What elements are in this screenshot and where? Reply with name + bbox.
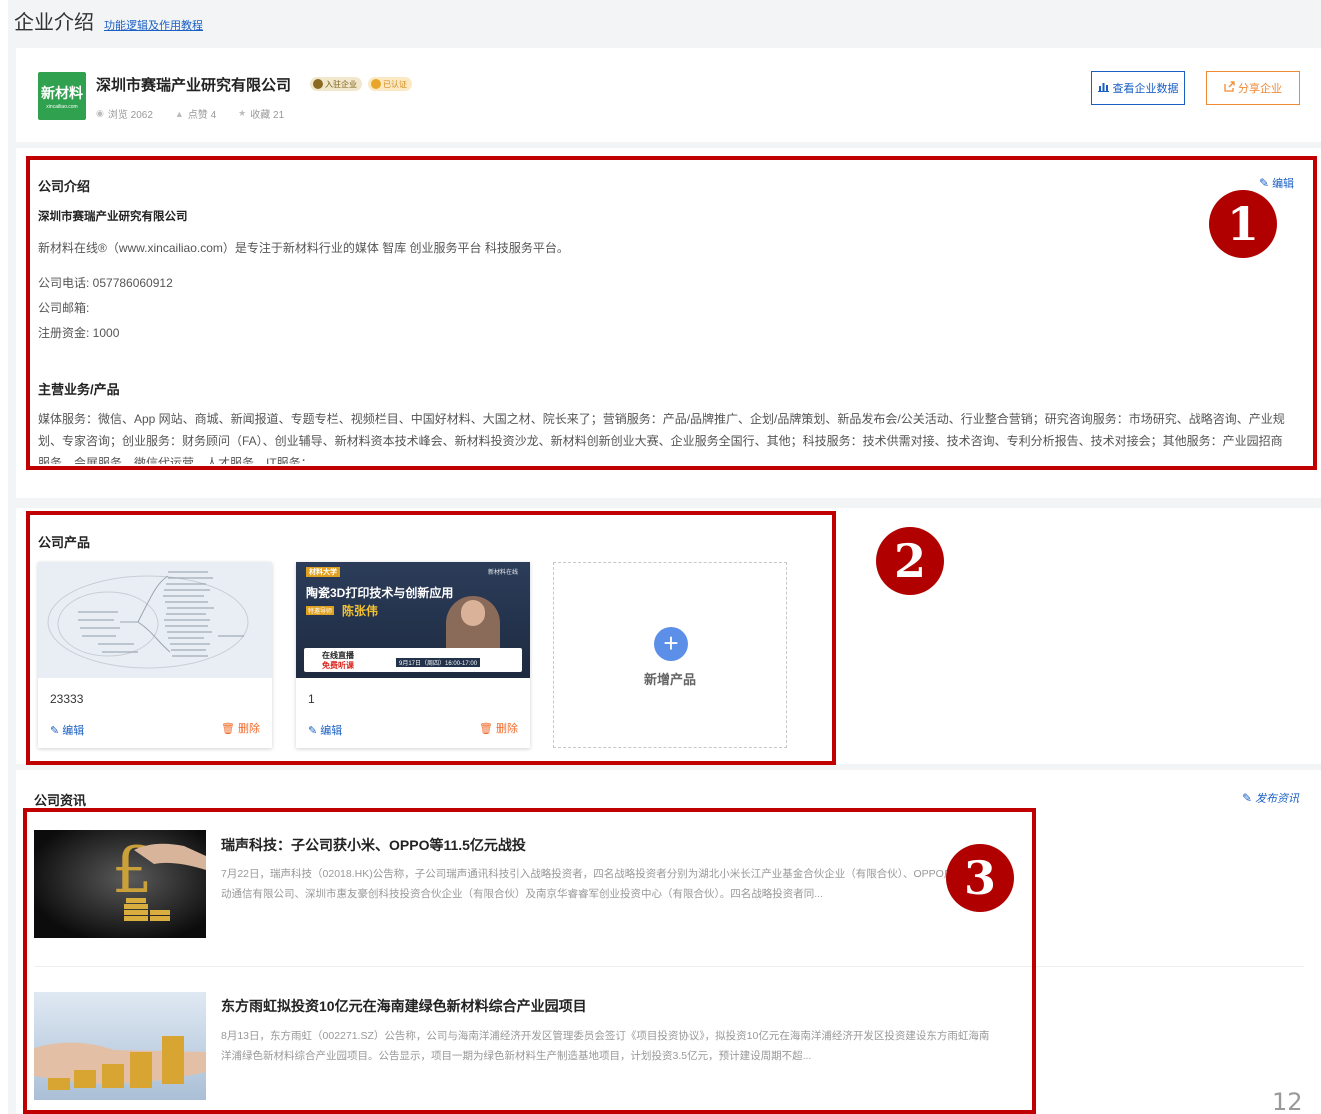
news-title[interactable]: 瑞声科技：子公司获小米、OPPO等11.5亿元战投 [221,835,526,855]
verified-badge-label: 已认证 [383,79,407,89]
news-divider [34,966,1304,967]
add-product-label: 新增产品 [643,672,696,687]
plus-icon: + [654,627,688,661]
medal-icon [313,79,323,89]
product-name: 23333 [50,692,84,706]
poster-speaker-tag: 特邀导师 [306,606,335,615]
likes-stat: ▲ 点赞 4 [174,106,217,122]
intro-description: 新材料在线®（www.xincailiao.com）是专注于新材料行业的媒体 智… [38,241,569,255]
thumb-up-icon: ▲ [174,108,184,119]
intro-phone: 公司电话: 057786060912 [38,276,173,290]
svg-text:£: £ [112,834,153,908]
tutorial-link[interactable]: 功能逻辑及作用教程 [104,17,203,33]
news-thumbnail: £ [34,830,206,938]
eye-icon: ◉ [96,108,104,118]
product-card[interactable]: 材料大学 新材料在线 陶瓷3D打印技术与创新应用 特邀导师 陈张伟 在线直播 免… [296,562,530,748]
star-icon: ★ [238,108,247,118]
company-intro-section: 公司介绍 ✎ 编辑 深圳市赛瑞产业研究有限公司 新材料在线®（www.xinca… [16,148,1321,498]
pen-icon: ✎ [1242,791,1253,805]
pen-icon: ✎ [1259,176,1270,190]
enterprise-badge-label: 入驻企业 [325,79,357,89]
product-edit-button[interactable]: ✎ 编辑 [50,722,84,738]
product-delete-label: 删除 [496,723,518,735]
pen-icon: ✎ [308,724,318,737]
enterprise-badge: 入驻企业 [310,77,362,91]
verified-icon [371,79,381,89]
view-company-data-button[interactable]: 查看企业数据 [1091,71,1185,105]
news-item[interactable]: 东方雨虹拟投资10亿元在海南建绿色新材料综合产业园项目 8月13日，东方雨虹（0… [34,992,1304,1104]
trash-icon: 🗑 [479,722,493,735]
poster-brand: 新材料在线 [487,570,518,576]
company-header-card: 新材料 xincailiao.com 深圳市赛瑞产业研究有限公司 入驻企业 已认… [16,48,1321,142]
logo-subtext: xincailiao.com [46,103,78,110]
poster-headline: 陶瓷3D打印技术与创新应用 [306,586,454,600]
business-description: 媒体服务：微信、App 网站、商城、新闻报道、专题专栏、视频栏目、中国好材料、大… [38,412,1285,464]
share-label: 分享企业 [1238,83,1282,95]
products-section-title: 公司产品 [38,535,91,550]
bar-chart-icon [1097,81,1109,95]
publish-news-button[interactable]: ✎ 发布资讯 [1242,790,1299,806]
company-products-section: 公司产品 23333 ✎ 编辑 🗑 删除 材料大学 新材料在线 陶瓷3D打印技术… [16,508,1321,764]
title-row: 企业介绍 功能逻辑及作用教程 [14,6,203,35]
view-data-label: 查看企业数据 [1112,83,1179,95]
intro-edit-label: 编辑 [1272,178,1295,190]
news-section-title: 公司资讯 [34,793,87,808]
news-item[interactable]: £ 瑞声科技：子公司获小米、OPPO等11.5亿元战投 7月22日，瑞声科技（0… [34,830,1304,950]
speaker-face [461,600,485,626]
annotation-badge-2: 2 [876,527,944,595]
views-count: 浏览 2062 [107,110,153,121]
annotation-badge-3: 3 [946,844,1014,912]
share-icon [1224,81,1235,95]
add-product-button[interactable]: + 新增产品 [553,562,787,748]
pen-icon: ✎ [50,724,60,737]
news-thumbnail [34,992,206,1100]
poster-speaker: 陈张伟 [342,604,379,618]
intro-section-title: 公司介绍 [38,179,91,194]
poster-time: 9月17日（周四）16:00-17:00 [396,658,481,667]
intro-edit-button[interactable]: ✎ 编辑 [1259,175,1294,191]
page-number: 12 [1272,1088,1303,1114]
company-stats: ◉ 浏览 2062 ▲ 点赞 4 ★ 收藏 21 [96,106,284,121]
publish-news-label: 发布资讯 [1255,793,1300,805]
logo-text: 新材料 [41,84,83,101]
verified-badge: 已认证 [368,77,412,91]
company-news-section: 公司资讯 ✎ 发布资讯 £ 瑞声科技：子公司获小米、OPPO等11.5亿元战投 … [16,770,1321,1114]
intro-email: 公司邮箱: [38,301,90,315]
intro-company-name: 深圳市赛瑞产业研究有限公司 [38,211,188,223]
product-delete-button[interactable]: 🗑 删除 [479,720,518,736]
product-delete-button[interactable]: 🗑 删除 [221,720,260,736]
likes-count: 点赞 4 [187,110,217,121]
product-card[interactable]: 23333 ✎ 编辑 🗑 删除 [38,562,272,748]
product-delete-label: 删除 [238,723,260,735]
trash-icon: 🗑 [221,722,235,735]
favorites-stat: ★ 收藏 21 [238,106,284,121]
company-logo: 新材料 xincailiao.com [38,72,86,120]
favorites-count: 收藏 21 [250,110,285,121]
poster-free: 免费听课 [322,661,354,670]
news-summary: 8月13日，东方雨虹（002271.SZ）公告称，公司与海南洋浦经济开发区管理委… [221,1030,990,1062]
poster-tag: 材料大学 [306,567,340,577]
intro-capital: 注册资金: 1000 [38,326,120,340]
product-image [38,562,272,678]
business-section-title: 主营业务/产品 [38,382,120,397]
product-edit-button[interactable]: ✎ 编辑 [308,722,342,738]
company-name: 深圳市赛瑞产业研究有限公司 [96,77,292,94]
views-stat: ◉ 浏览 2062 [96,106,153,121]
product-edit-label: 编辑 [320,725,343,737]
product-name: 1 [308,692,315,706]
news-summary: 7月22日，瑞声科技（02018.HK)公告称，子公司瑞声通讯科技引入战略投资者… [221,868,976,900]
annotation-badge-1: 1 [1209,190,1277,258]
product-image: 材料大学 新材料在线 陶瓷3D打印技术与创新应用 特邀导师 陈张伟 在线直播 免… [296,562,530,678]
news-title[interactable]: 东方雨虹拟投资10亿元在海南建绿色新材料综合产业园项目 [221,996,587,1016]
share-company-button[interactable]: 分享企业 [1206,71,1300,105]
page-title: 企业介绍 [14,12,94,34]
product-edit-label: 编辑 [62,725,85,737]
